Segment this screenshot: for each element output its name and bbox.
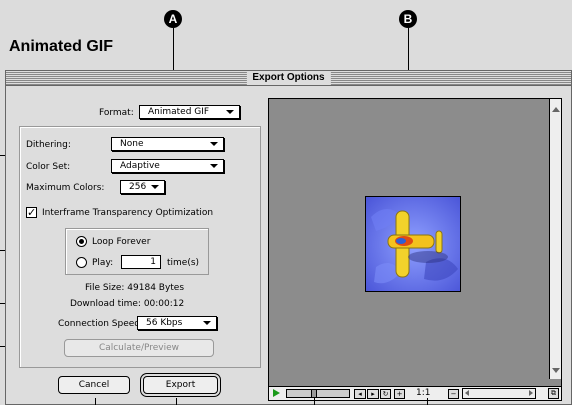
color-set-select[interactable]: Adaptive <box>111 159 224 173</box>
chevron-down-icon <box>226 110 234 114</box>
format-select[interactable]: Animated GIF <box>139 105 240 119</box>
export-button[interactable]: Export <box>143 376 218 394</box>
radio-selected-dot <box>79 239 84 244</box>
dithering-select[interactable]: None <box>111 137 224 151</box>
resize-grip-icon[interactable]: ⧉ <box>548 388 559 399</box>
preview-pane: ◂ ▸ ↻ + 1:1 − ⧉ <box>268 98 562 401</box>
dialog-titlebar[interactable]: Export Options <box>6 71 571 86</box>
play-icon[interactable] <box>273 389 280 397</box>
max-colors-select[interactable]: 256 <box>120 180 165 194</box>
download-time-text: Download time: 00:00:12 <box>70 299 185 309</box>
loop-forever-radio[interactable] <box>76 236 87 247</box>
bottom-leader-1 <box>95 398 96 405</box>
bottom-leader-2 <box>176 398 177 405</box>
interframe-label: Interframe Transparency Optimization <box>42 208 214 218</box>
section-title: Animated GIF <box>9 38 114 55</box>
vertical-scrollbar[interactable] <box>549 99 561 379</box>
airplane-image <box>366 197 460 291</box>
chevron-down-icon <box>151 185 159 189</box>
loop-icon[interactable]: ↻ <box>380 389 391 399</box>
zoom-in-icon[interactable]: + <box>394 389 405 399</box>
cancel-button[interactable]: Cancel <box>58 376 130 394</box>
callout-b: B <box>399 10 417 28</box>
color-set-label: Color Set: <box>26 162 71 172</box>
times-label: time(s) <box>167 258 200 268</box>
max-colors-label: Maximum Colors: <box>26 183 105 193</box>
play-label: Play: <box>92 258 114 268</box>
calculate-preview-button[interactable]: Calculate/Preview <box>64 339 214 357</box>
export-options-dialog: Export Options Format: Animated GIF Dith… <box>5 70 572 405</box>
connection-speed-label: Connection Speed: <box>58 319 144 329</box>
scroll-left-arrow-icon[interactable] <box>465 390 469 396</box>
connection-speed-select[interactable]: 56 Kbps <box>137 316 217 330</box>
dialog-title: Export Options <box>246 71 331 85</box>
interframe-checkbox[interactable]: ✓ <box>26 207 37 218</box>
slider-thumb[interactable] <box>311 389 317 398</box>
zoom-level: 1:1 <box>416 388 431 398</box>
step-forward-icon[interactable]: ▸ <box>367 389 379 399</box>
max-colors-value: 256 <box>129 182 147 192</box>
step-back-icon[interactable]: ◂ <box>354 389 366 399</box>
chevron-down-icon <box>210 164 218 168</box>
connection-speed-value: 56 Kbps <box>146 318 183 328</box>
scroll-right-arrow-icon[interactable] <box>529 390 533 396</box>
horizontal-scrollbar[interactable] <box>462 388 536 399</box>
animation-frame <box>365 196 461 292</box>
play-radio[interactable] <box>76 257 87 268</box>
loop-forever-label: Loop Forever <box>92 237 151 247</box>
dithering-label: Dithering: <box>26 140 71 150</box>
zoom-out-icon[interactable]: − <box>448 389 459 399</box>
playback-controls-bar: ◂ ▸ ↻ + 1:1 − ⧉ <box>269 386 561 400</box>
format-label: Format: <box>99 108 134 118</box>
file-size-text: File Size: 49184 Bytes <box>85 283 185 293</box>
chevron-down-icon <box>203 321 211 325</box>
callout-a: A <box>164 10 182 28</box>
format-value: Animated GIF <box>148 107 210 117</box>
play-count-field[interactable]: 1 <box>121 255 161 269</box>
frame-slider[interactable] <box>286 389 350 398</box>
bottom-leader-4 <box>427 398 428 405</box>
bottom-leader-3 <box>314 398 315 405</box>
scroll-up-arrow-icon[interactable] <box>552 107 560 112</box>
dithering-value: None <box>120 139 144 149</box>
scroll-down-arrow-icon[interactable] <box>552 368 560 373</box>
color-set-value: Adaptive <box>120 161 160 171</box>
chevron-down-icon <box>210 142 218 146</box>
